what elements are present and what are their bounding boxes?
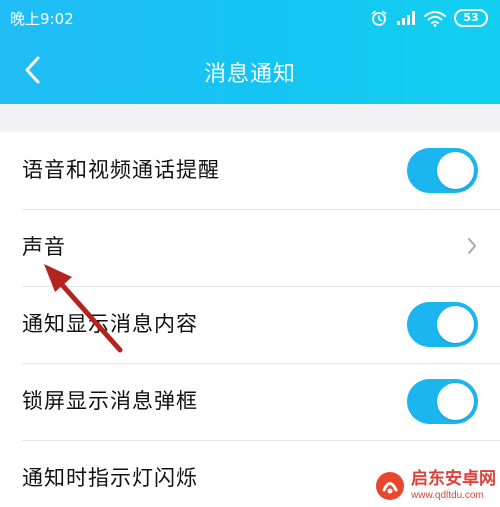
toggle-knob xyxy=(437,152,474,189)
watermark-logo-icon xyxy=(376,472,404,500)
setting-show-content[interactable]: 通知显示消息内容 xyxy=(0,286,500,363)
wifi-icon xyxy=(424,10,446,27)
setting-sound[interactable]: 声音 xyxy=(0,209,500,286)
lockscreen-popup-toggle[interactable] xyxy=(407,379,478,424)
setting-call-reminder[interactable]: 语音和视频通话提醒 xyxy=(0,132,500,209)
signal-icon xyxy=(396,10,416,26)
setting-lockscreen-popup[interactable]: 锁屏显示消息弹框 xyxy=(0,363,500,440)
section-spacer xyxy=(0,104,500,132)
settings-list: 语音和视频通话提醒 声音 通知显示消息内容 锁屏显示消息弹框 通知时指示灯闪烁 xyxy=(0,132,500,507)
watermark-name: 启东安卓网 xyxy=(411,469,496,489)
page-title: 消息通知 xyxy=(203,62,296,87)
status-icons: 53 xyxy=(370,8,488,28)
setting-label: 锁屏显示消息弹框 xyxy=(22,389,198,413)
toggle-knob xyxy=(437,383,474,420)
setting-label: 通知显示消息内容 xyxy=(22,312,198,336)
watermark-text: 启东安卓网 www.qdltdu.com xyxy=(411,471,496,501)
watermark: 启东安卓网 www.qdltdu.com xyxy=(375,471,496,501)
nav-bar: 消息通知 xyxy=(0,36,500,104)
call-reminder-toggle[interactable] xyxy=(407,148,478,193)
status-bar: 晚上9:02 53 xyxy=(0,0,500,36)
status-time: 晚上9:02 xyxy=(10,10,74,28)
toggle-knob xyxy=(437,306,474,343)
show-content-toggle[interactable] xyxy=(407,302,478,347)
setting-label: 语音和视频通话提醒 xyxy=(22,158,220,182)
setting-label: 通知时指示灯闪烁 xyxy=(22,466,198,490)
battery-icon: 53 xyxy=(454,9,488,27)
watermark-url: www.qdltdu.com xyxy=(411,490,484,501)
chevron-right-icon xyxy=(468,238,476,254)
app-header: 晚上9:02 53 消息通知 xyxy=(0,0,500,104)
setting-label: 声音 xyxy=(22,235,66,259)
alarm-icon xyxy=(370,9,388,27)
